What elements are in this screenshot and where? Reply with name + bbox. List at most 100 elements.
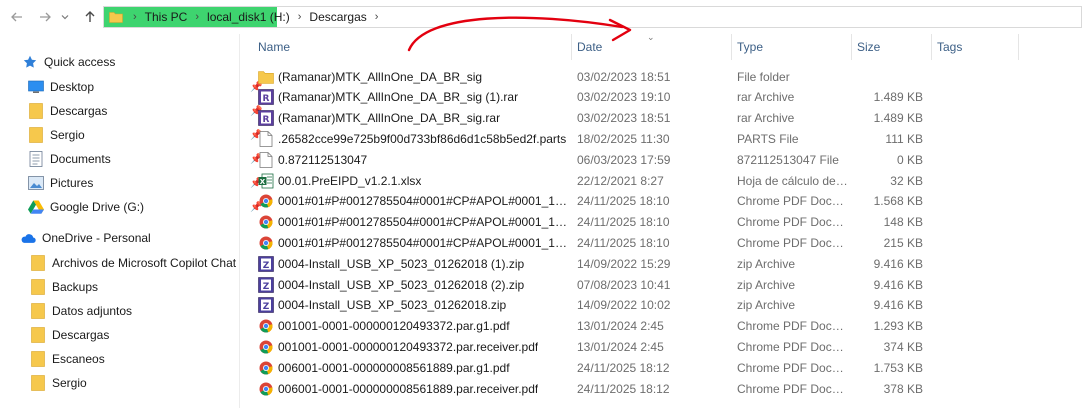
file-name-cell[interactable]: 001001-0001-000000120493372.par.g1.pdf — [258, 316, 568, 337]
column-divider[interactable] — [1018, 34, 1019, 60]
file-icon — [258, 151, 274, 168]
sidebar-item-label: Descargas — [52, 328, 110, 342]
file-name: 0004-Install_USB_XP_5023_01262018 (2).zi… — [278, 277, 525, 292]
file-size: 9.416 KB — [873, 298, 923, 313]
breadcrumb-local-disk[interactable]: local_disk1 (H:) — [207, 10, 290, 24]
chrome-pdf-icon — [259, 361, 273, 375]
column-divider[interactable] — [851, 34, 852, 60]
column-header-name[interactable]: Name — [258, 34, 558, 60]
column-header-size[interactable]: Size — [857, 34, 927, 60]
column-divider[interactable] — [571, 34, 572, 60]
file-row[interactable]: 006001-0001-000000008561889.par.receiver… — [252, 378, 942, 399]
sidebar-item-label: Desktop — [50, 80, 95, 94]
arrow-up-icon — [85, 11, 95, 22]
file-type: zip Archive — [737, 277, 796, 292]
file-row[interactable]: R (Ramanar)MTK_AllInOne_DA_BR_sig (1).rar… — [252, 87, 942, 108]
sidebar-onedrive[interactable]: OneDrive - Personal — [20, 227, 151, 249]
file-name-cell[interactable]: 006001-0001-000000008561889.par.g1.pdf — [258, 357, 568, 378]
file-name: 001001-0001-000000120493372.par.g1.pdf — [278, 319, 510, 334]
file-row[interactable]: .26582cce99e725b9f00d733bf86d6d1c58b5ed2… — [252, 128, 942, 149]
file-row[interactable]: 0.872112513047 06/03/2023 17:59 8721125130… — [252, 149, 942, 170]
forward-button[interactable] — [34, 6, 56, 28]
file-name-cell[interactable]: 001001-0001-000000120493372.par.receiver… — [258, 336, 568, 357]
file-name: 001001-0001-000000120493372.par.receiver… — [278, 339, 539, 354]
file-icon — [258, 130, 274, 147]
file-row[interactable]: 001001-0001-000000120493372.par.receiver… — [252, 336, 942, 357]
sidebar-item-sergio-onedrive[interactable]: Sergio — [30, 372, 87, 394]
file-name-cell[interactable]: Z 0004-Install_USB_XP_5023_01262018.zip — [258, 295, 568, 316]
file-name-cell[interactable]: X 00.01.PreEIPD_v1.2.1.xlsx — [258, 170, 568, 191]
sidebar-item-backups[interactable]: Backups — [30, 276, 98, 298]
file-row[interactable]: 006001-0001-000000008561889.par.g1.pdf 24… — [252, 357, 942, 378]
sidebar-item-google-drive[interactable]: Google Drive (G:) 📌 — [28, 196, 262, 218]
svg-text:Z: Z — [263, 261, 270, 271]
zip-icon: Z — [258, 255, 274, 272]
file-name-cell[interactable]: Z 0004-Install_USB_XP_5023_01262018 (1).z… — [258, 253, 568, 274]
file-name-cell[interactable]: 006001-0001-000000008561889.par.receiver… — [258, 378, 568, 399]
zip-archive-icon: Z — [258, 276, 274, 293]
file-row[interactable]: (Ramanar)MTK_AllInOne_DA_BR_sig 03/02/202… — [252, 66, 942, 87]
sidebar-item-copilot-chat[interactable]: Archivos de Microsoft Copilot Chat — [30, 252, 236, 274]
column-header-type[interactable]: Type — [737, 34, 847, 60]
file-size: 1.293 KB — [873, 319, 923, 334]
file-date: 24/11/2025 18:10 — [577, 235, 670, 250]
sidebar-item-datos-adjuntos[interactable]: Datos adjuntos — [30, 300, 132, 322]
chrome-icon — [258, 360, 274, 376]
file-name: (Ramanar)MTK_AllInOne_DA_BR_sig.rar — [278, 111, 501, 126]
column-divider[interactable] — [931, 34, 932, 60]
file-size: 9.416 KB — [873, 256, 923, 271]
breadcrumb-descargas[interactable]: Descargas — [309, 10, 366, 24]
file-date: 22/12/2021 8:27 — [577, 173, 664, 188]
file-size: 1.489 KB — [873, 90, 923, 105]
file-name-cell[interactable]: 0001#01#P#0012785504#0001#CP#APOL#0001_1… — [258, 212, 568, 233]
sidebar-item-label: Documents — [50, 152, 111, 166]
file-row[interactable]: Z 0004-Install_USB_XP_5023_01262018 (1).z… — [252, 253, 942, 274]
file-name: 006001-0001-000000008561889.par.receiver… — [278, 381, 539, 396]
sidebar-item-pictures[interactable]: Pictures 📌 — [28, 172, 262, 194]
file-row[interactable]: 0001#01#P#0012785504#0001#CP#APOL#0001_1… — [252, 232, 942, 253]
file-row[interactable]: 001001-0001-000000120493372.par.g1.pdf 13… — [252, 316, 942, 337]
file-date: 14/09/2022 10:02 — [577, 298, 671, 313]
file-type: Chrome PDF Document — [737, 235, 849, 250]
sidebar-quick-access-label: Quick access — [44, 55, 116, 69]
file-size: 374 KB — [883, 339, 923, 354]
file-name-cell[interactable]: 0001#01#P#0012785504#0001#CP#APOL#0001_1… — [258, 232, 568, 253]
sidebar-item-descargas[interactable]: Descargas 📌 — [28, 100, 262, 122]
sidebar-item-escaneos[interactable]: Escaneos — [30, 348, 105, 370]
sidebar-item-documents[interactable]: Documents 📌 — [28, 148, 262, 170]
column-header-tags[interactable]: Tags — [937, 34, 1017, 60]
file-name-cell[interactable]: Z 0004-Install_USB_XP_5023_01262018 (2).z… — [258, 274, 568, 295]
folder-icon — [28, 127, 44, 143]
file-name-cell[interactable]: R (Ramanar)MTK_AllInOne_DA_BR_sig (1).rar — [258, 87, 568, 108]
breadcrumb-this-pc[interactable]: This PC — [145, 10, 188, 24]
file-size: 148 KB — [883, 215, 923, 230]
file-row[interactable]: 0001#01#P#0012785504#0001#CP#APOL#0001_1… — [252, 212, 942, 233]
up-button[interactable] — [79, 6, 101, 28]
column-divider[interactable] — [731, 34, 732, 60]
file-row[interactable]: 0001#01#P#0012785504#0001#CP#APOL#0001_1… — [252, 191, 942, 212]
file-size: 0 KB — [896, 152, 923, 167]
chrome-pdf-icon — [259, 194, 273, 208]
file-row[interactable]: Z 0004-Install_USB_XP_5023_01262018 (2).z… — [252, 274, 942, 295]
file-name-cell[interactable]: 0.872112513047 — [258, 149, 568, 170]
sidebar-item-label: Datos adjuntos — [52, 304, 133, 318]
file-name-cell[interactable]: (Ramanar)MTK_AllInOne_DA_BR_sig — [258, 66, 568, 87]
file-name-cell[interactable]: R (Ramanar)MTK_AllInOne_DA_BR_sig.rar — [258, 108, 568, 129]
folder-icon — [30, 327, 46, 343]
file-name: .26582cce99e725b9f00d733bf86d6d1c58b5ed2… — [278, 131, 567, 146]
recent-locations-button[interactable] — [57, 6, 73, 28]
chrome-pdf-icon — [259, 236, 273, 250]
back-button[interactable] — [6, 6, 28, 28]
sidebar-item-sergio[interactable]: Sergio 📌 — [28, 124, 262, 146]
file-row[interactable]: Z 0004-Install_USB_XP_5023_01262018.zip 14… — [252, 295, 942, 316]
sidebar-item-descargas-onedrive[interactable]: Descargas — [30, 324, 109, 346]
address-toolbar: › This PC › local_disk1 (H:) › Descargas… — [0, 0, 1082, 34]
sidebar-quick-access[interactable]: Quick access — [22, 51, 115, 73]
file-name-cell[interactable]: 0001#01#P#0012785504#0001#CP#APOL#0001_1… — [258, 191, 568, 212]
chrome-icon — [258, 339, 274, 355]
file-name-cell[interactable]: .26582cce99e725b9f00d733bf86d6d1c58b5ed2… — [258, 128, 568, 149]
file-row[interactable]: X 00.01.PreEIPD_v1.2.1.xlsx 22/12/2021 8:2… — [252, 170, 942, 191]
file-row[interactable]: R (Ramanar)MTK_AllInOne_DA_BR_sig.rar 03/0… — [252, 108, 942, 129]
sidebar-item-desktop[interactable]: Desktop 📌 — [28, 76, 262, 98]
file-date: 07/08/2023 10:41 — [577, 277, 671, 292]
